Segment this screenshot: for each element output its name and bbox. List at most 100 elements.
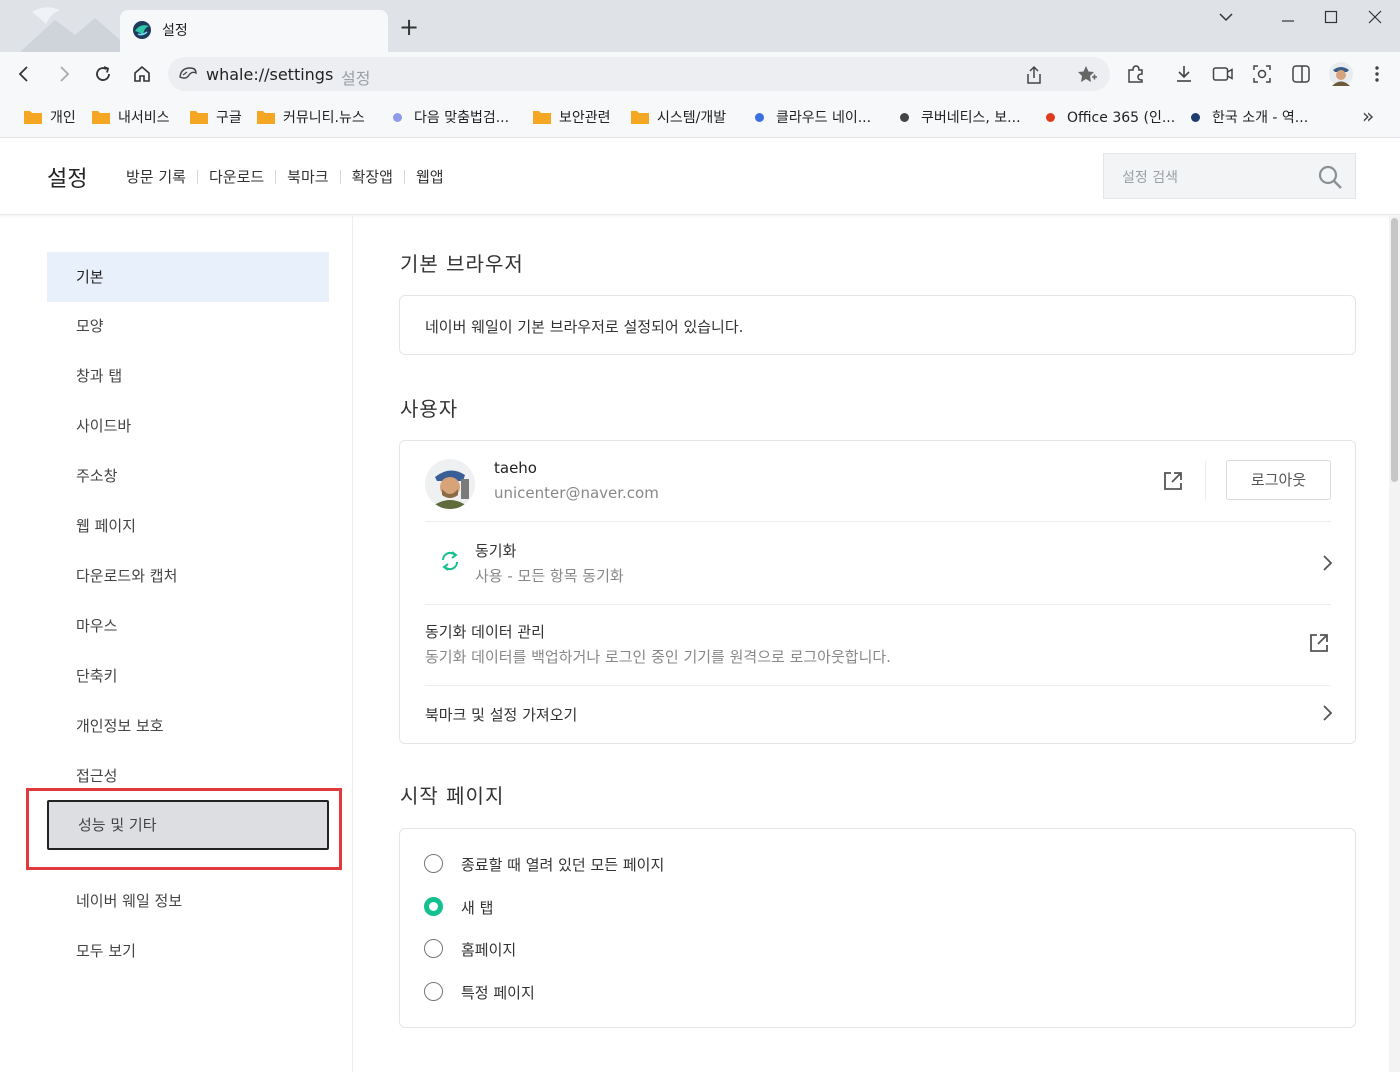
nav-divider [403, 169, 405, 184]
radio-button-checked[interactable] [424, 897, 443, 916]
maximize-icon [1324, 10, 1338, 24]
bookmark-link[interactable]: Office 365 (인... [1042, 106, 1175, 128]
logout-button[interactable]: 로그아웃 [1226, 460, 1331, 500]
start-option-new-tab[interactable]: 새 탭 [400, 886, 1355, 926]
forward-button[interactable] [50, 60, 78, 88]
search-icon[interactable] [1317, 164, 1343, 190]
bookmark-folder[interactable]: 보안관련 [533, 106, 611, 128]
start-option-homepage[interactable]: 홈페이지 [400, 928, 1355, 968]
start-option-specific-page[interactable]: 특정 페이지 [400, 971, 1355, 1011]
reload-button[interactable] [89, 60, 117, 88]
bookmark-star-button[interactable] [1077, 64, 1099, 86]
folder-icon [92, 111, 110, 124]
sync-data-manage-title: 동기화 데이터 관리 [425, 623, 545, 641]
sidebar-item-address-bar[interactable]: 주소창 [47, 451, 329, 501]
address-bar[interactable]: whale://settings 설정 [168, 57, 1110, 91]
search-placeholder: 설정 검색 [1122, 170, 1178, 186]
more-vertical-icon [1375, 66, 1379, 82]
section-title-default-browser: 기본 브라우저 [400, 252, 524, 276]
extensions-button[interactable] [1121, 60, 1149, 88]
maximize-button[interactable] [1311, 4, 1351, 30]
radio-button[interactable] [424, 982, 443, 1001]
bookmark-folder[interactable]: 개인 [24, 106, 76, 128]
video-capture-button[interactable] [1209, 60, 1237, 88]
bookmark-link[interactable]: 클라우드 네이... [751, 106, 871, 128]
sidebar-toggle-button[interactable] [1287, 60, 1315, 88]
sidebar-item-mouse[interactable]: 마우스 [47, 601, 329, 651]
bookmark-label: 한국 소개 - 역... [1212, 110, 1309, 126]
settings-search-input[interactable]: 설정 검색 [1103, 153, 1356, 199]
video-camera-icon [1212, 67, 1233, 81]
external-link-icon[interactable] [1162, 470, 1184, 492]
bookmark-label: 클라우드 네이... [776, 110, 872, 126]
whale-page-icon [179, 67, 197, 79]
sidebar-item-privacy[interactable]: 개인정보 보호 [47, 701, 329, 751]
bookmark-folder[interactable]: 시스템/개발 [631, 106, 726, 128]
user-card: taeho unicenter@naver.com 로그아웃 동기화 사용 - … [399, 440, 1356, 744]
sync-title: 동기화 [475, 542, 517, 560]
profile-button[interactable] [1327, 60, 1355, 88]
new-tab-button[interactable]: + [398, 15, 420, 39]
sidebar-item-sidebar[interactable]: 사이드바 [47, 401, 329, 451]
sync-data-manage-row[interactable]: 동기화 데이터 관리 동기화 데이터를 백업하거나 로그인 중인 기기를 원격으… [400, 605, 1355, 685]
sidebar-item-shortcuts[interactable]: 단축키 [47, 651, 329, 701]
external-link-icon [1310, 634, 1328, 652]
radio-button[interactable] [424, 939, 443, 958]
nav-history-link[interactable]: 방문 기록 [126, 166, 186, 187]
tab-list-button[interactable] [1206, 4, 1246, 30]
nav-divider [339, 169, 341, 184]
folder-icon [24, 111, 42, 124]
sidebar-item-basic[interactable]: 기본 [47, 252, 329, 302]
settings-sidebar: 기본 모양 창과 탭 사이드바 주소창 웹 페이지 다운로드와 캡처 마우스 단… [0, 216, 353, 1072]
arrow-left-icon [18, 66, 28, 82]
sidebar-item-windows-tabs[interactable]: 창과 탭 [47, 351, 329, 401]
radio-label: 특정 페이지 [461, 984, 535, 1002]
nav-downloads-link[interactable]: 다운로드 [209, 166, 264, 187]
sidebar-item-appearance[interactable]: 모양 [47, 301, 329, 351]
sidebar-item-about-whale[interactable]: 네이버 웨일 정보 [47, 876, 329, 926]
tab-settings[interactable]: 설정 [120, 10, 388, 52]
sync-row[interactable]: 동기화 사용 - 모든 항목 동기화 [400, 522, 1355, 604]
bookmarks-overflow-button[interactable]: » [1362, 104, 1374, 128]
minimize-button[interactable] [1268, 4, 1308, 30]
nav-divider [196, 169, 198, 184]
tab-title: 설정 [162, 23, 188, 39]
menu-button[interactable] [1363, 60, 1391, 88]
sidebar-item-web-page[interactable]: 웹 페이지 [47, 501, 329, 551]
nav-bookmarks-link[interactable]: 북마크 [287, 166, 328, 187]
import-bookmarks-label: 북마크 및 설정 가져오기 [425, 706, 578, 724]
bookmark-link[interactable]: 쿠버네티스, 보... [896, 106, 1021, 128]
screen-capture-button[interactable] [1248, 60, 1276, 88]
bookmark-link[interactable]: 한국 소개 - 역... [1187, 106, 1308, 128]
bookmark-folder[interactable]: 구글 [190, 106, 242, 128]
bookmark-folder[interactable]: 커뮤니티.뉴스 [257, 106, 365, 128]
share-button[interactable] [1023, 64, 1045, 86]
bookmark-label: Office 365 (인... [1067, 110, 1176, 126]
sidebar-item-performance[interactable]: 성능 및 기타 [47, 800, 329, 850]
back-button[interactable] [10, 60, 38, 88]
tab-strip: 설정 + [0, 0, 1400, 52]
avatar [425, 459, 475, 509]
capture-icon [1253, 65, 1271, 83]
radio-label: 새 탭 [461, 899, 494, 917]
radio-label: 홈페이지 [461, 941, 517, 959]
section-title-user: 사용자 [400, 397, 459, 421]
sidebar-item-show-all[interactable]: 모두 보기 [47, 926, 329, 976]
chevron-right-icon [1323, 555, 1333, 571]
downloads-button[interactable] [1170, 60, 1198, 88]
bookmark-folder[interactable]: 내서비스 [92, 106, 170, 128]
sidebar-item-downloads-capture[interactable]: 다운로드와 캡처 [47, 551, 329, 601]
bookmark-label: 보안관련 [559, 110, 611, 126]
start-option-restore[interactable]: 종료할 때 열려 있던 모든 페이지 [400, 843, 1355, 883]
nav-extensions-link[interactable]: 확장앱 [352, 166, 393, 187]
scrollbar-thumb[interactable] [1391, 218, 1398, 482]
radio-button[interactable] [424, 854, 443, 873]
bookmark-link[interactable]: 다음 맞춤법검... [389, 106, 509, 128]
browser-toolbar: whale://settings 설정 [0, 52, 1400, 96]
close-window-button[interactable] [1355, 4, 1395, 30]
home-button[interactable] [128, 60, 156, 88]
import-bookmarks-row[interactable]: 북마크 및 설정 가져오기 [400, 686, 1355, 744]
nav-webapps-link[interactable]: 웹앱 [416, 166, 444, 187]
page-scrollbar[interactable] [1389, 216, 1400, 1072]
site-favicon-icon [755, 112, 764, 122]
